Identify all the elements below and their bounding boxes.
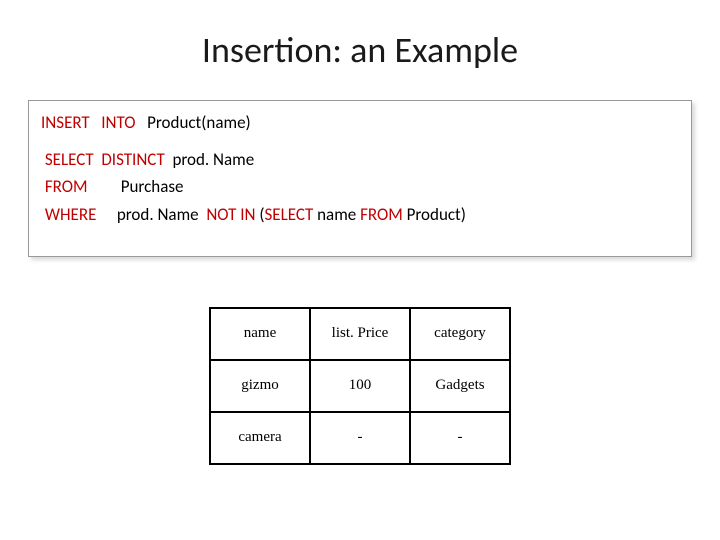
cell-category: - bbox=[410, 412, 510, 464]
code-line-1: INSERT INTO Product(name) bbox=[41, 109, 679, 136]
cell-name: gizmo bbox=[210, 360, 310, 412]
code-text: prod. Name bbox=[172, 149, 254, 170]
kw-insert: INSERT bbox=[41, 112, 90, 133]
cell-listprice: 100 bbox=[310, 360, 410, 412]
col-listprice: list. Price bbox=[310, 308, 410, 360]
col-category: category bbox=[410, 308, 510, 360]
kw-distinct: DISTINCT bbox=[101, 149, 164, 170]
code-line-3: FROM Purchase bbox=[41, 173, 679, 200]
kw-select2: SELECT bbox=[264, 204, 313, 225]
slide-title: Insertion: an Example bbox=[0, 0, 720, 92]
kw-from2: FROM bbox=[360, 204, 403, 225]
col-name: name bbox=[210, 308, 310, 360]
code-text: Purchase bbox=[121, 176, 184, 197]
kw-from: FROM bbox=[45, 173, 117, 200]
result-table: name list. Price category gizmo 100 Gadg… bbox=[209, 307, 511, 465]
table-row: gizmo 100 Gadgets bbox=[210, 360, 510, 412]
kw-select: SELECT bbox=[45, 149, 94, 170]
code-text: name bbox=[313, 204, 360, 225]
kw-where: WHERE bbox=[45, 201, 117, 228]
sql-code-box: INSERT INTO Product(name) SELECT DISTINC… bbox=[28, 100, 692, 257]
code-text: Product(name) bbox=[147, 112, 251, 133]
code-text: Product) bbox=[403, 204, 466, 225]
code-line-4: WHEREprod. Name NOT IN (SELECT name FROM… bbox=[41, 201, 679, 228]
cell-name: camera bbox=[210, 412, 310, 464]
kw-into: INTO bbox=[101, 112, 135, 133]
cell-listprice: - bbox=[310, 412, 410, 464]
table-row: camera - - bbox=[210, 412, 510, 464]
cell-category: Gadgets bbox=[410, 360, 510, 412]
table-header-row: name list. Price category bbox=[210, 308, 510, 360]
kw-notin: NOT IN bbox=[206, 204, 255, 225]
code-text: prod. Name bbox=[117, 204, 203, 225]
result-table-wrap: name list. Price category gizmo 100 Gadg… bbox=[0, 307, 720, 465]
code-line-2: SELECT DISTINCT prod. Name bbox=[41, 146, 679, 173]
